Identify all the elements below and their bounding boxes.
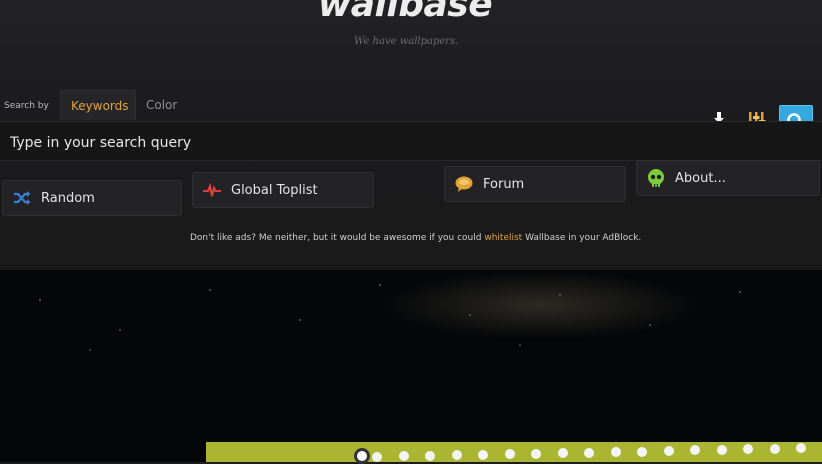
about-label: About...: [675, 170, 726, 186]
tab-keywords[interactable]: Keywords: [60, 90, 136, 120]
search-by-label: Search by: [4, 101, 49, 111]
whitelist-link[interactable]: whitelist: [484, 233, 522, 243]
scroller-dot[interactable]: [610, 447, 621, 458]
scroller-dot[interactable]: [504, 449, 515, 460]
global-toplist-label: Global Toplist: [231, 182, 318, 198]
random-button[interactable]: Random: [2, 180, 182, 216]
scroller-dot[interactable]: [478, 449, 488, 460]
search-input[interactable]: [8, 130, 692, 156]
page: wallbase We have wallpapers. Search by K…: [0, 0, 822, 464]
adblock-notice: Don't like ads? Me neither, but it would…: [190, 233, 641, 243]
adblock-notice-text-before: Don't like ads? Me neither, but it would…: [190, 233, 485, 243]
scroller-dot[interactable]: [425, 450, 435, 461]
search-bar: [0, 121, 822, 161]
skull-icon: [645, 167, 667, 189]
wallbase-logo[interactable]: wallbase: [318, 0, 493, 25]
scroller-dot[interactable]: [663, 445, 674, 456]
featured-wallpaper[interactable]: [0, 270, 822, 462]
shuffle-icon: [11, 187, 33, 209]
adblock-notice-text-after: Wallbase in your AdBlock.: [522, 233, 642, 243]
scroller-dot[interactable]: [372, 452, 382, 462]
scroller-dot[interactable]: [584, 447, 594, 458]
speech-bubble-icon: [453, 173, 475, 195]
scroller-dot[interactable]: [716, 444, 727, 455]
scroller-dot[interactable]: [451, 450, 462, 461]
about-button[interactable]: About...: [636, 160, 820, 196]
tagline: We have wallpapers.: [354, 36, 459, 47]
forum-label: Forum: [483, 176, 525, 192]
scroller-dot[interactable]: [531, 448, 541, 459]
scroller-dot[interactable]: [637, 446, 647, 457]
nebula-glow: [380, 270, 700, 340]
random-label: Random: [41, 190, 95, 206]
tab-color[interactable]: Color: [136, 90, 187, 120]
scroller-dot[interactable]: [769, 443, 780, 454]
scroller-dot[interactable]: [398, 451, 409, 462]
scroller-dot[interactable]: [557, 448, 568, 459]
pulse-icon: [201, 179, 223, 201]
global-toplist-button[interactable]: Global Toplist: [192, 172, 374, 208]
forum-button[interactable]: Forum: [444, 166, 626, 202]
